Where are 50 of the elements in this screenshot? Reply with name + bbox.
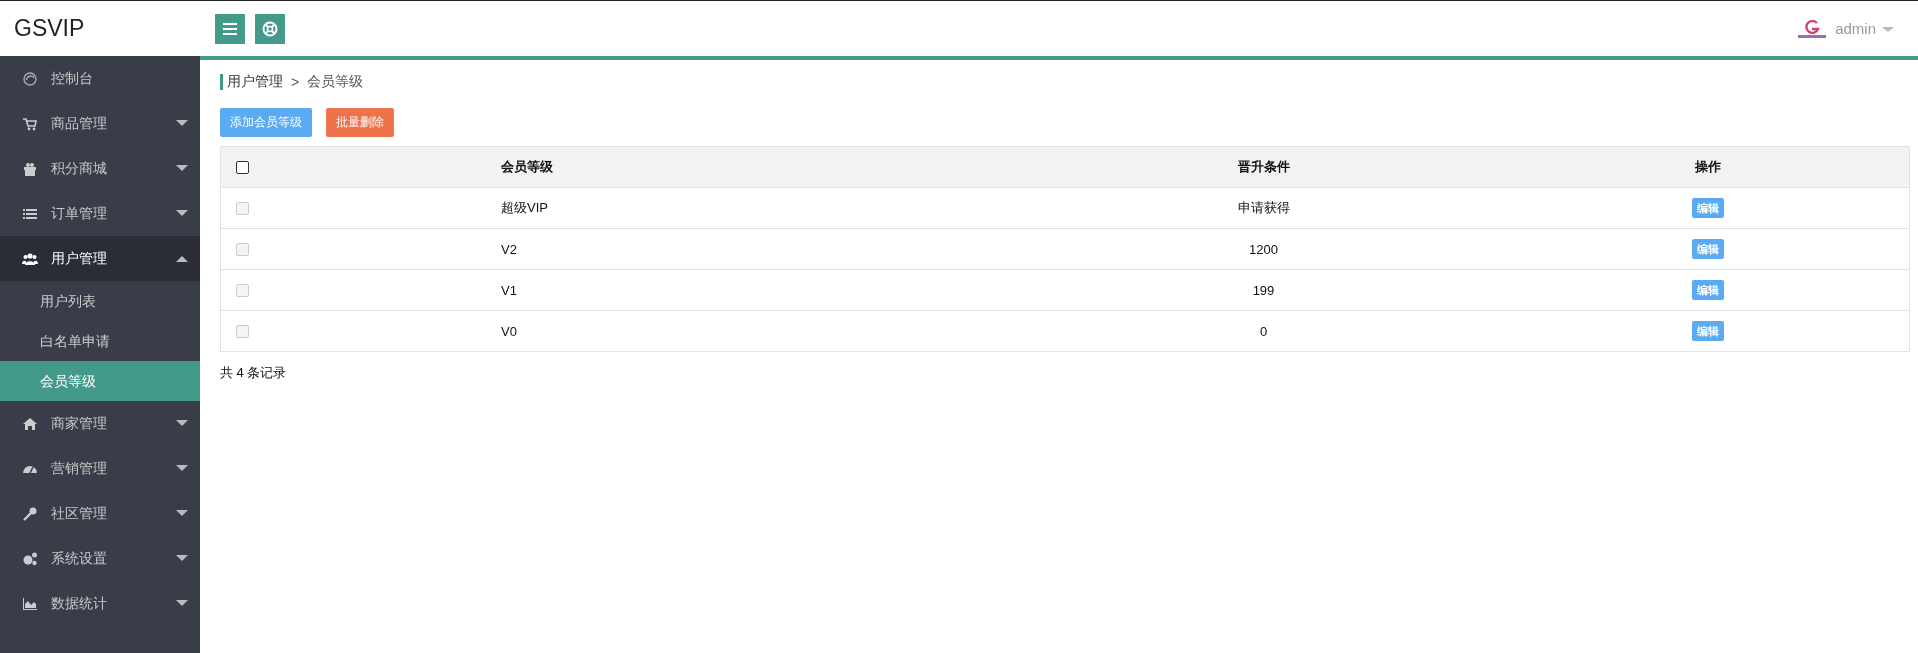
table-cell: V1 [501, 282, 517, 298]
caret-icon [176, 255, 188, 262]
caret-icon [176, 600, 188, 607]
sidebar-item[interactable]: 数据统计 [0, 581, 200, 626]
table-cell: V2 [501, 241, 517, 257]
sidebar-item[interactable]: 社区管理 [0, 491, 200, 536]
caret-icon [176, 465, 188, 472]
caret-icon [176, 555, 188, 562]
breadcrumb-item[interactable]: 用户管理 [227, 73, 283, 91]
column-header: 晋升条件 [1237, 159, 1290, 174]
menu-button[interactable] [215, 13, 245, 44]
dashboard-icon [22, 70, 38, 87]
table-cell: 超级VIP [501, 200, 548, 215]
caret-icon [176, 165, 188, 172]
select-all-checkbox[interactable] [236, 160, 249, 174]
sidebar-item[interactable]: 商品管理 [0, 101, 200, 146]
breadcrumb-item: 会员等级 [307, 73, 364, 91]
sidebar-item[interactable]: 商家管理 [0, 401, 200, 446]
column-header: 会员等级 [501, 159, 553, 174]
column-header: 操作 [1694, 159, 1721, 174]
home-icon [22, 415, 38, 432]
table-cell: 申请获得 [1237, 200, 1290, 215]
brand-logo[interactable]: GSVIP [0, 15, 200, 42]
gift-icon [22, 160, 38, 177]
lifebuoy-icon [262, 20, 278, 37]
sidebar-item[interactable]: 用户管理 [0, 236, 200, 281]
sidebar-item[interactable]: 控制台 [0, 56, 200, 101]
sidebar-item[interactable]: 营销管理 [0, 446, 200, 491]
sidebar-item[interactable]: 积分商城 [0, 146, 200, 191]
table-cell: V0 [501, 323, 517, 339]
sidebar-item[interactable]: 系统设置 [0, 536, 200, 581]
sidebar-subitem[interactable]: 白名单申请 [0, 321, 200, 361]
caret-icon [176, 120, 188, 127]
table-cell: 199 [1252, 282, 1275, 298]
breadcrumb-marker [220, 74, 223, 90]
caret-icon [176, 420, 188, 427]
users-icon [22, 250, 38, 267]
table-cell: 0 [1259, 323, 1268, 339]
caret-icon[interactable] [1882, 24, 1894, 33]
cart-icon [22, 115, 38, 132]
help-button[interactable] [255, 13, 285, 44]
record-count: 共 4 条记录 [220, 364, 288, 382]
area-chart-icon [22, 595, 38, 612]
caret-icon [176, 510, 188, 517]
menu-icon [223, 22, 237, 35]
sidebar-item[interactable]: 订单管理 [0, 191, 200, 236]
sidebar-subitem[interactable]: 用户列表 [0, 281, 200, 321]
caret-icon [176, 210, 188, 217]
table-cell: 1200 [1249, 241, 1278, 257]
breadcrumb-separator: > [291, 74, 300, 90]
